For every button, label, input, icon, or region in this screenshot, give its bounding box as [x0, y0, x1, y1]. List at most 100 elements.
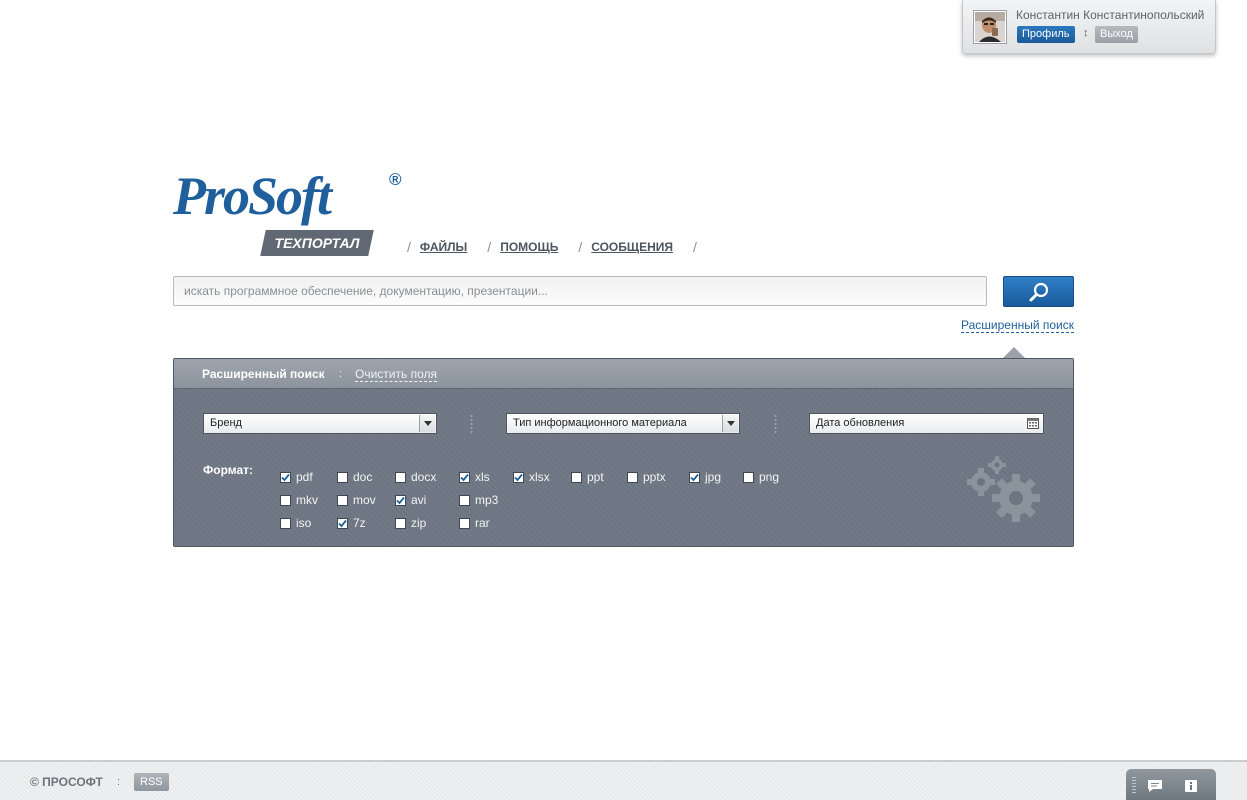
logo-subtitle-badge: ТЕХПОРТАЛ — [260, 230, 374, 256]
format-checkbox-rar[interactable]: rar — [459, 516, 490, 530]
format-checkbox-doc[interactable]: doc — [337, 470, 372, 484]
format-checkbox-label: pdf — [296, 470, 313, 484]
format-checkbox-docx[interactable]: docx — [395, 470, 436, 484]
format-checkbox-label: doc — [353, 470, 373, 484]
format-checkbox-label: mkv — [296, 493, 318, 507]
clear-fields-link[interactable]: Очистить поля — [355, 367, 437, 382]
format-checkbox-xls[interactable]: xls — [459, 470, 490, 484]
logo[interactable]: ProSoft ® ТЕХПОРТАЛ — [173, 168, 413, 260]
nav-separator: / — [487, 239, 492, 255]
info-button[interactable] — [1182, 778, 1200, 794]
format-checkbox-label: docx — [411, 470, 437, 484]
panel-header-separator: : — [339, 368, 343, 380]
avatar[interactable] — [973, 10, 1007, 44]
advanced-search-panel: Расширенный поиск : Очистить поля Бренд … — [173, 358, 1074, 547]
format-checkbox-iso[interactable]: iso — [280, 516, 311, 530]
checkbox-box[interactable] — [395, 471, 406, 483]
format-checkbox-label: avi — [411, 493, 427, 507]
brand-select-value: Бренд — [210, 417, 242, 429]
checkbox-box[interactable] — [459, 494, 470, 506]
search-button[interactable] — [1003, 276, 1074, 307]
format-checkbox-label: ppt — [587, 470, 604, 484]
search-icon — [1029, 282, 1048, 301]
logout-button[interactable]: Выход — [1095, 26, 1138, 43]
format-label: Формат: — [203, 463, 254, 477]
search-input[interactable] — [173, 276, 987, 306]
format-checkbox-ppt[interactable]: ppt — [571, 470, 604, 484]
format-checkbox-pdf[interactable]: pdf — [280, 470, 313, 484]
chat-button[interactable] — [1146, 778, 1164, 794]
format-checkbox-label: pptx — [643, 470, 666, 484]
avatar-image — [975, 12, 1005, 42]
checkbox-box[interactable] — [743, 471, 754, 483]
panel-header: Расширенный поиск : Очистить поля — [174, 359, 1073, 389]
format-checkbox-xlsx[interactable]: xlsx — [513, 470, 550, 484]
material-type-value: Тип информационного материала — [513, 417, 687, 429]
nav-item-messages[interactable]: СООБЩЕНИЯ — [591, 240, 673, 254]
advanced-search-link[interactable]: Расширенный поиск — [961, 318, 1074, 333]
dotted-separator — [470, 414, 473, 433]
checkmark-icon[interactable] — [459, 471, 470, 483]
logo-registered-mark: ® — [389, 170, 402, 189]
checkbox-box[interactable] — [395, 517, 406, 529]
nav-separator: / — [578, 239, 583, 255]
format-checkbox-zip[interactable]: zip — [395, 516, 426, 530]
user-name: Константин Константинопольский — [1016, 8, 1205, 22]
format-checkbox-label: xlsx — [529, 470, 550, 484]
footer-separator: : — [117, 776, 121, 788]
format-checkbox-mov[interactable]: mov — [337, 493, 376, 507]
nav-separator: / — [693, 239, 697, 255]
format-checkbox-label: png — [759, 470, 780, 484]
format-checkbox-label: mp3 — [475, 493, 499, 507]
format-checkbox-pptx[interactable]: pptx — [627, 470, 666, 484]
format-checkbox-label: rar — [475, 516, 490, 530]
format-checkbox-label: iso — [296, 516, 312, 530]
copyright: © ПРОСОФТ — [30, 775, 103, 789]
rss-button[interactable]: RSS — [134, 773, 169, 791]
format-checkbox-mp3[interactable]: mp3 — [459, 493, 498, 507]
update-date-field[interactable]: Дата обновления — [809, 413, 1044, 434]
format-checkbox-mkv[interactable]: mkv — [280, 493, 318, 507]
logo-subtitle: ТЕХПОРТАЛ — [274, 235, 360, 251]
profile-button[interactable]: Профиль — [1017, 26, 1075, 43]
user-separator: ↕ — [1083, 27, 1089, 39]
calendar-icon[interactable] — [1027, 417, 1039, 436]
checkmark-icon[interactable] — [280, 471, 291, 483]
logo-brand: ProSoft — [173, 166, 332, 226]
gears-icon — [967, 456, 1040, 522]
checkmark-icon[interactable] — [337, 517, 348, 529]
panel-pointer — [1003, 347, 1025, 358]
format-checkbox-label: jpg — [705, 470, 722, 484]
drag-handle[interactable] — [1132, 777, 1136, 795]
format-checkbox-avi[interactable]: avi — [395, 493, 426, 507]
main-nav: / ФАЙЛЫ / ПОМОЩЬ / СООБЩЕНИЯ / — [407, 238, 706, 256]
checkbox-box[interactable] — [459, 517, 470, 529]
checkmark-icon[interactable] — [395, 494, 406, 506]
chat-icon — [1148, 780, 1162, 792]
brand-select[interactable]: Бренд — [203, 413, 437, 434]
checkbox-box[interactable] — [337, 471, 348, 483]
format-checkbox-label: zip — [411, 516, 427, 530]
dotted-separator — [774, 414, 777, 433]
format-checkbox-label: xls — [475, 470, 490, 484]
info-icon — [1185, 780, 1197, 792]
checkbox-box[interactable] — [280, 517, 291, 529]
checkmark-icon[interactable] — [513, 471, 524, 483]
format-checkbox-7z[interactable]: 7z — [337, 516, 366, 530]
nav-separator: / — [407, 239, 411, 255]
checkbox-box[interactable] — [627, 471, 638, 483]
material-type-select[interactable]: Тип информационного материала — [506, 413, 740, 434]
checkbox-box[interactable] — [571, 471, 582, 483]
checkmark-icon[interactable] — [689, 471, 700, 483]
format-checkbox-label: mov — [353, 493, 376, 507]
panel-title: Расширенный поиск — [202, 367, 325, 381]
update-date-value: Дата обновления — [816, 417, 905, 429]
checkbox-box[interactable] — [280, 494, 291, 506]
chevron-down-icon — [722, 415, 738, 432]
format-checkbox-jpg[interactable]: jpg — [689, 470, 721, 484]
checkbox-box[interactable] — [337, 494, 348, 506]
nav-item-help[interactable]: ПОМОЩЬ — [500, 240, 558, 254]
nav-item-files[interactable]: ФАЙЛЫ — [420, 240, 467, 254]
format-checkbox-png[interactable]: png — [743, 470, 779, 484]
footer-toolbar — [1126, 769, 1216, 800]
